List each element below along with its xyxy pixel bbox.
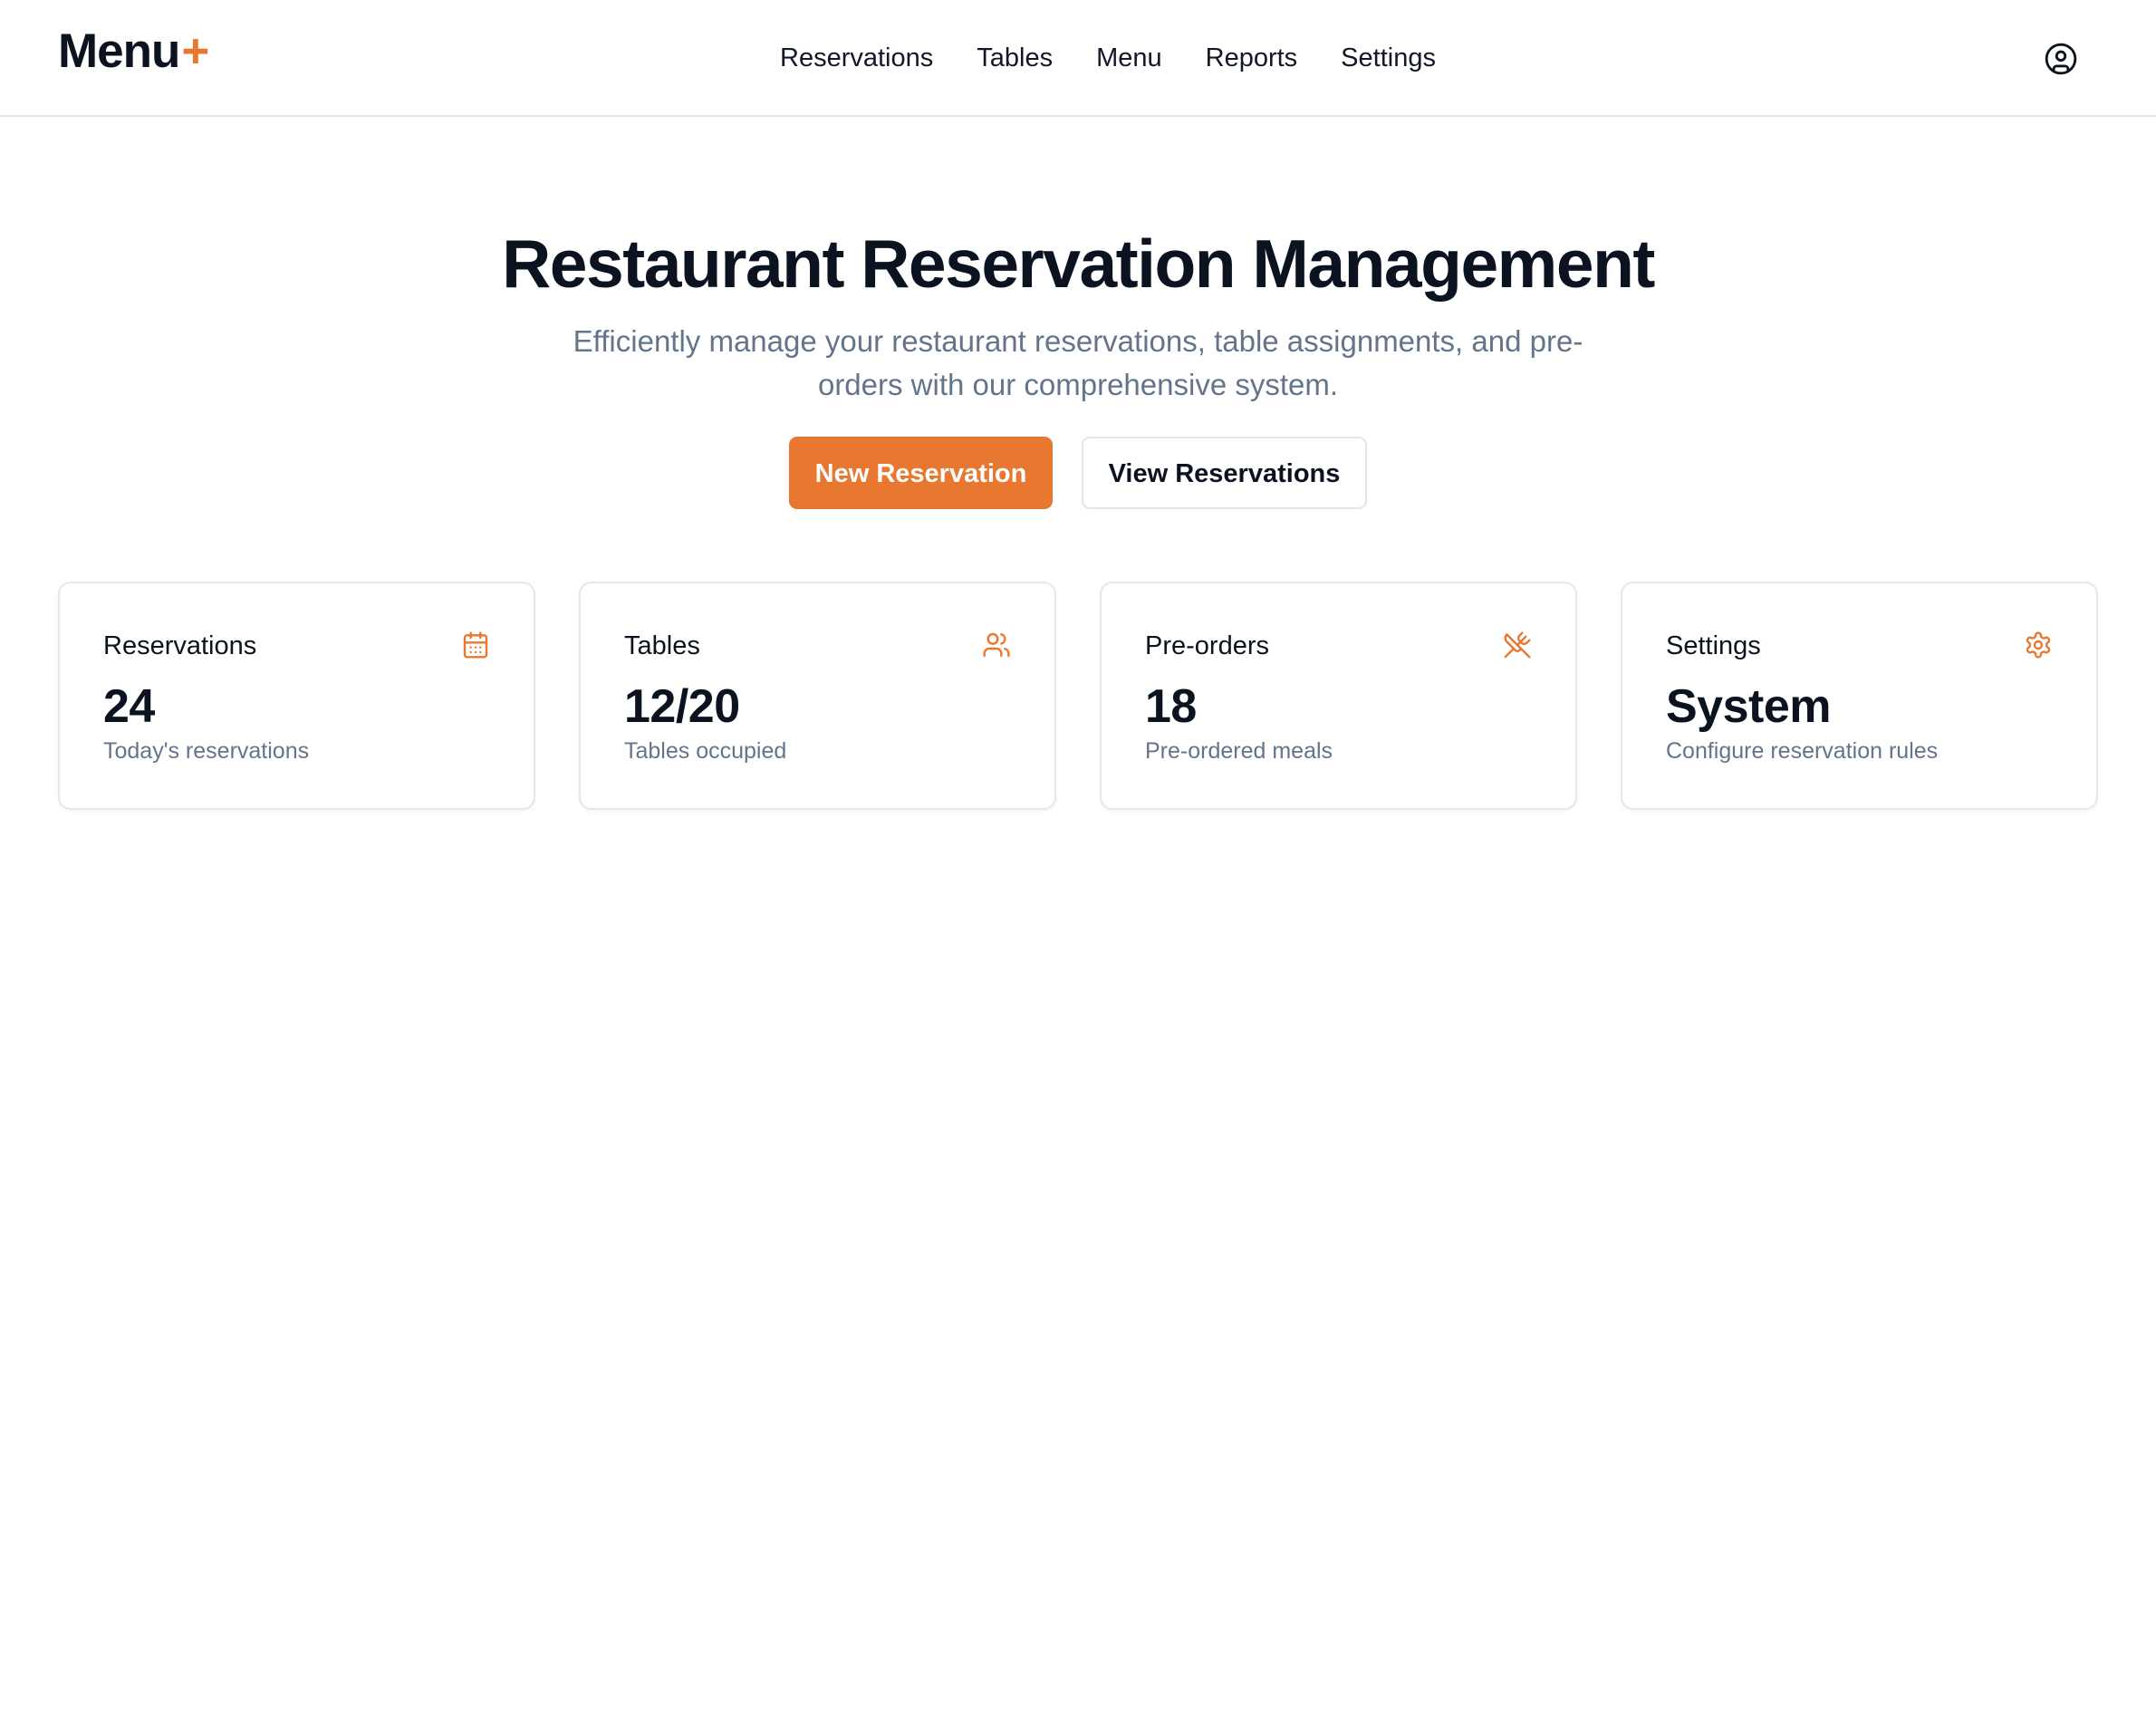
card-value: 18 [1145, 680, 1197, 733]
nav-item-menu[interactable]: Menu [1096, 38, 1162, 78]
card-value: 12/20 [624, 680, 740, 733]
utensils-crossed-icon [1504, 631, 1531, 659]
nav-item-tables[interactable]: Tables [977, 38, 1053, 78]
users-icon [983, 632, 1010, 658]
gear-icon [2026, 631, 2051, 659]
brand-name: Menu [58, 24, 180, 78]
nav-item-reservations[interactable]: Reservations [780, 38, 933, 78]
user-profile-button[interactable] [2044, 42, 2078, 76]
user-circle-icon [2045, 43, 2077, 75]
main-nav: Reservations Tables Menu Reports Setting… [780, 38, 1436, 78]
page-subtitle: Efficiently manage your restaurant reser… [573, 324, 1583, 401]
card-description: Today's reservations [103, 738, 310, 764]
card-description: Pre-ordered meals [1145, 738, 1333, 764]
card-title: Reservations [103, 631, 257, 660]
new-reservation-button[interactable]: New Reservation [789, 437, 1053, 509]
brand-plus-mark: + [181, 24, 209, 78]
card-value: 24 [103, 680, 155, 733]
card-title: Tables [624, 631, 700, 660]
card-title: Pre-orders [1145, 631, 1269, 660]
card-title: Settings [1666, 631, 1761, 660]
card-value: System [1666, 680, 1832, 733]
calendar-icon [463, 631, 488, 659]
nav-item-settings[interactable]: Settings [1341, 38, 1436, 78]
tables-card[interactable]: Tables 12/20 Tables occupied [579, 582, 1056, 810]
pre-orders-card[interactable]: Pre-orders 18 Pre-ordered meals [1100, 582, 1577, 810]
brand-logo[interactable]: Menu+ [58, 24, 209, 78]
card-description: Tables occupied [624, 738, 787, 764]
view-reservations-button[interactable]: View Reservations [1082, 437, 1367, 509]
settings-card[interactable]: Settings System Configure reservation ru… [1621, 582, 2098, 810]
reservations-card[interactable]: Reservations 24 Today's reservations [58, 582, 535, 810]
nav-item-reports[interactable]: Reports [1206, 38, 1298, 78]
top-navigation-bar: Menu+ Reservations Tables Menu Reports S… [0, 0, 2156, 117]
card-description: Configure reservation rules [1666, 738, 1939, 764]
page-title: Restaurant Reservation Management [502, 226, 1655, 303]
